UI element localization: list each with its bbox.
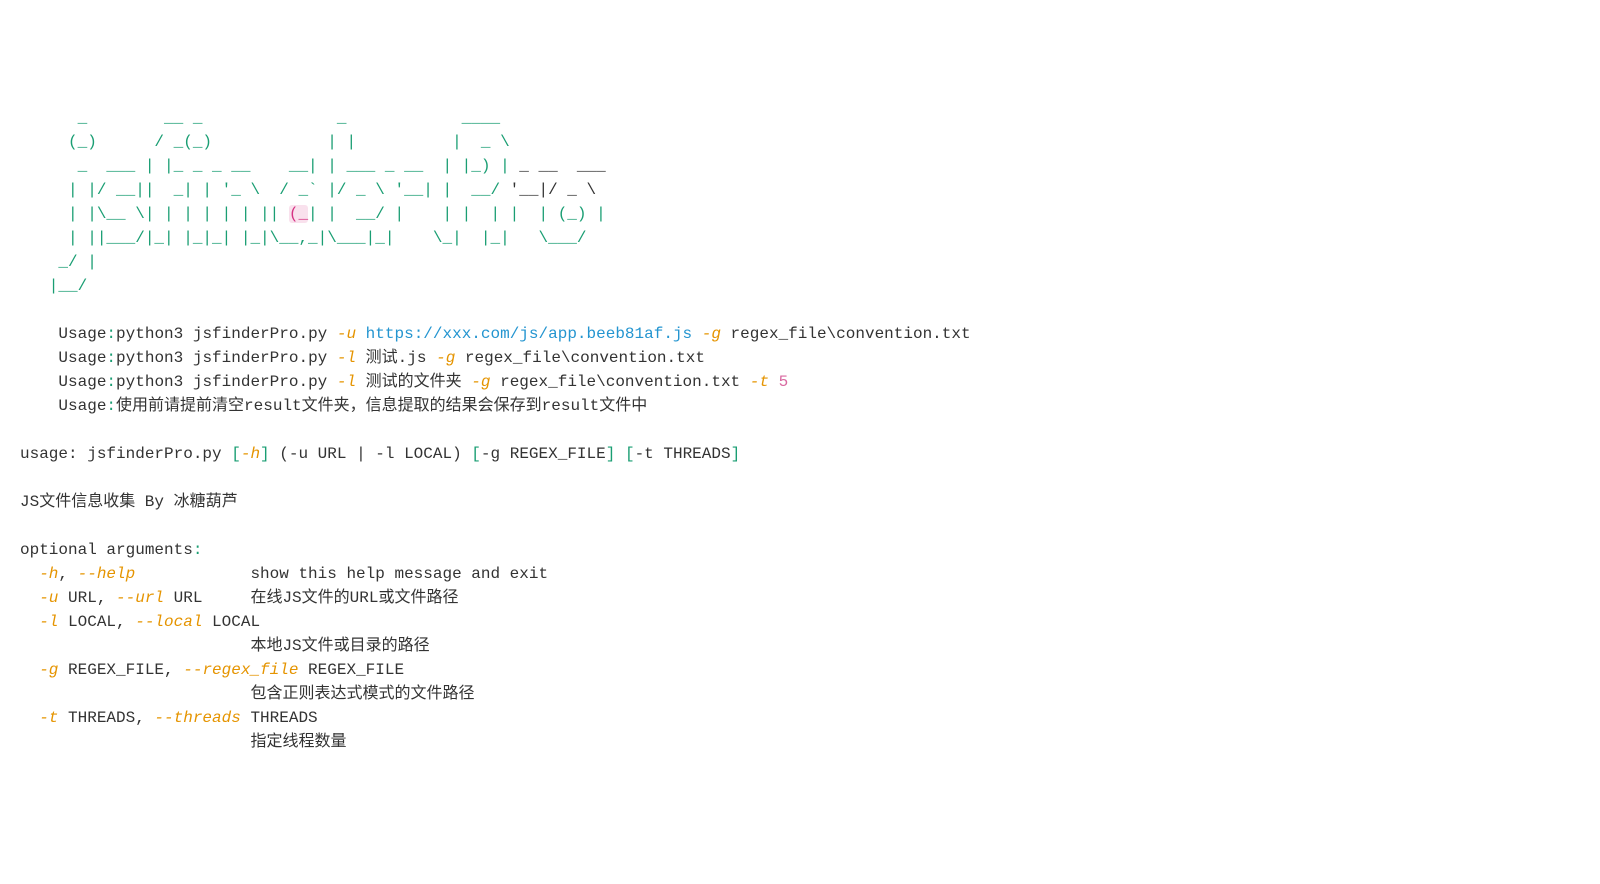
usage-example-3: Usage:python3 jsfinderPro.py -l 测试的文件夹 -… [20, 373, 788, 391]
arg-local: -l LOCAL, --local LOCAL 本地JS文件或目录的路径 [20, 613, 430, 655]
usage-syntax-line: usage: jsfinderPro.py [-h] (-u URL | -l … [20, 445, 740, 463]
cursor: (_ [289, 205, 308, 223]
arg-regex-file: -g REGEX_FILE, --regex_file REGEX_FILE 包… [20, 661, 474, 703]
usage-example-2: Usage:python3 jsfinderPro.py -l 测试.js -g… [20, 349, 705, 367]
terminal-output: _ __ _ _ ____ (_) / _(_) | | | _ \ _ ___… [20, 106, 1580, 754]
arg-threads: -t THREADS, --threads THREADS 指定线程数量 [20, 709, 346, 751]
usage-note: Usage:使用前请提前清空result文件夹，信息提取的结果会保存到resul… [20, 397, 647, 415]
optional-args-header: optional arguments: [20, 541, 202, 559]
description-text: JS文件信息收集 By 冰糖葫芦 [20, 493, 238, 511]
arg-help: -h, --help show this help message and ex… [20, 565, 548, 583]
arg-url: -u URL, --url URL 在线JS文件的URL或文件路径 [20, 589, 458, 607]
ascii-art-banner: _ __ _ _ ____ (_) / _(_) | | | _ \ _ ___… [20, 109, 606, 295]
usage-example-1: Usage:python3 jsfinderPro.py -u https://… [20, 325, 971, 343]
